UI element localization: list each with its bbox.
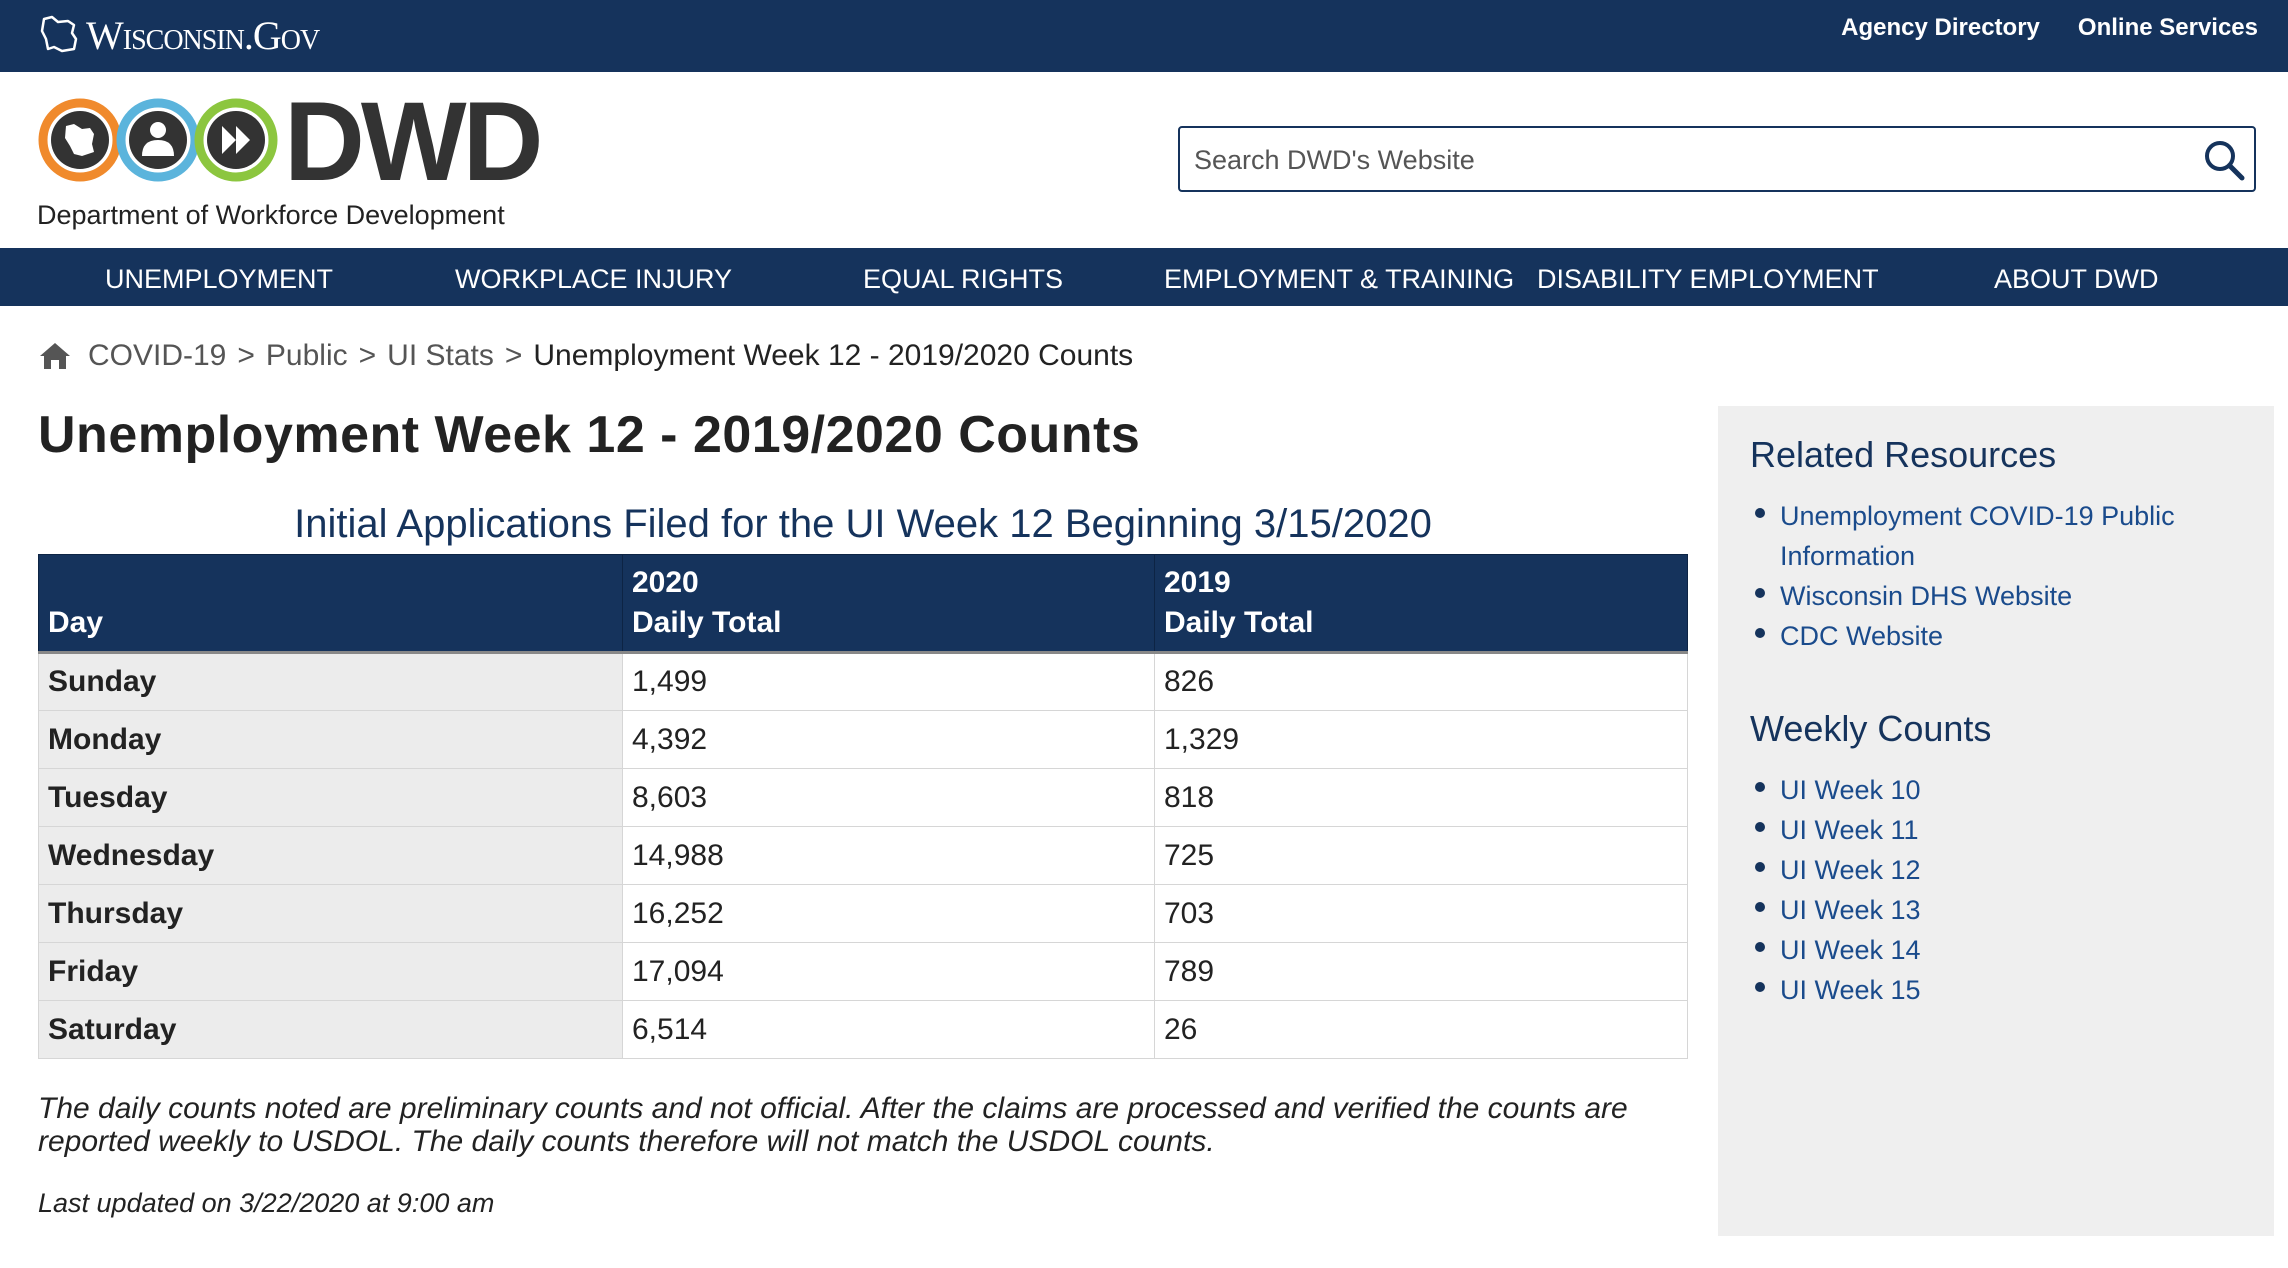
nav-equal-rights[interactable]: EQUAL RIGHTS — [863, 248, 1063, 306]
breadcrumb-separator: > — [504, 339, 523, 372]
breadcrumb: COVID-19 > Public > UI Stats > Unemploym… — [38, 336, 1133, 376]
day-cell: Monday — [38, 710, 623, 769]
header-day: Day — [38, 554, 623, 654]
breadcrumb-ui-stats[interactable]: UI Stats — [387, 339, 494, 373]
online-services-link[interactable]: Online Services — [2078, 14, 2258, 42]
total-2020-cell: 14,988 — [622, 826, 1155, 885]
header: DWD Department of Workforce Development — [0, 72, 2288, 248]
total-2020-cell: 4,392 — [622, 710, 1155, 769]
related-resources-list: Unemployment COVID-19 Public Information… — [1750, 496, 2250, 656]
wisconsin-dhs-link[interactable]: Wisconsin DHS Website — [1780, 581, 2072, 611]
search-input[interactable] — [1192, 136, 2176, 184]
ui-week-12-link[interactable]: UI Week 12 — [1780, 855, 1921, 885]
list-item: Unemployment COVID-19 Public Information — [1750, 496, 2250, 576]
list-item: UI Week 14 — [1750, 930, 2250, 970]
dwd-logo-circles — [38, 98, 278, 182]
breadcrumb-separator: > — [358, 339, 377, 372]
ui-week-11-link[interactable]: UI Week 11 — [1780, 815, 1919, 845]
ui-week-15-link[interactable]: UI Week 15 — [1780, 975, 1921, 1005]
day-cell: Tuesday — [38, 768, 623, 827]
search-icon[interactable] — [2202, 138, 2246, 182]
nav-about-dwd[interactable]: ABOUT DWD — [1994, 248, 2159, 306]
header-line2: Daily Total — [1164, 606, 1314, 639]
list-item: UI Week 15 — [1750, 970, 2250, 1010]
ui-week-13-link[interactable]: UI Week 13 — [1780, 895, 1921, 925]
weekly-counts-heading: Weekly Counts — [1750, 708, 1992, 749]
ui-week-14-link[interactable]: UI Week 14 — [1780, 935, 1921, 965]
dwd-logo[interactable]: DWD — [38, 86, 558, 200]
agency-directory-link[interactable]: Agency Directory — [1841, 14, 2040, 42]
list-item: UI Week 11 — [1750, 810, 2250, 850]
table-row: Friday 17,094 789 — [38, 942, 1688, 1001]
table-header-row: Day 2020 Daily Total 2019 Daily Total — [38, 554, 1688, 654]
day-cell: Saturday — [38, 1000, 623, 1059]
disclaimer-note: The daily counts noted are preliminary c… — [38, 1092, 1628, 1158]
list-item: UI Week 12 — [1750, 850, 2250, 890]
breadcrumb-covid19[interactable]: COVID-19 — [88, 339, 226, 373]
sidebar: Related Resources Unemployment COVID-19 … — [1718, 406, 2274, 1236]
day-cell: Friday — [38, 942, 623, 1001]
dwd-logo-text: DWD — [284, 79, 543, 204]
total-2020-cell: 17,094 — [622, 942, 1155, 1001]
breadcrumb-public[interactable]: Public — [266, 339, 348, 373]
day-cell: Wednesday — [38, 826, 623, 885]
nav-employment-training[interactable]: EMPLOYMENT & TRAINING — [1164, 248, 1514, 306]
site-name: Wisconsin.Gov — [86, 12, 320, 58]
weekly-counts-list: UI Week 10 UI Week 11 UI Week 12 UI Week… — [1750, 770, 2250, 1010]
day-cell: Thursday — [38, 884, 623, 943]
list-item: Wisconsin DHS Website — [1750, 576, 2250, 616]
total-2019-cell: 725 — [1154, 826, 1688, 885]
header-line1: 2019 — [1164, 566, 1231, 599]
total-2020-cell: 8,603 — [622, 768, 1155, 827]
total-2019-cell: 26 — [1154, 1000, 1688, 1059]
header-2020: 2020 Daily Total — [622, 554, 1155, 654]
table-row: Wednesday 14,988 725 — [38, 826, 1688, 885]
home-icon[interactable] — [38, 341, 72, 371]
page-title: Unemployment Week 12 - 2019/2020 Counts — [38, 406, 1141, 464]
nav-disability-employment[interactable]: DISABILITY EMPLOYMENT — [1537, 248, 1879, 306]
total-2020-cell: 6,514 — [622, 1000, 1155, 1059]
header-2019: 2019 Daily Total — [1154, 554, 1688, 654]
breadcrumb-separator: > — [237, 339, 255, 372]
list-item: UI Week 10 — [1750, 770, 2250, 810]
top-links: Agency Directory Online Services — [1841, 14, 2258, 42]
table-row: Tuesday 8,603 818 — [38, 768, 1688, 827]
search-box — [1178, 126, 2256, 192]
covid19-public-info-link[interactable]: Unemployment COVID-19 Public Information — [1780, 501, 2175, 571]
ui-week-10-link[interactable]: UI Week 10 — [1780, 775, 1921, 805]
table-row: Sunday 1,499 826 — [38, 652, 1688, 711]
header-line2: Day — [48, 606, 104, 639]
table-row: Monday 4,392 1,329 — [38, 710, 1688, 769]
cdc-website-link[interactable]: CDC Website — [1780, 621, 1943, 651]
total-2019-cell: 818 — [1154, 768, 1688, 827]
related-resources-heading: Related Resources — [1750, 434, 2057, 475]
wisconsin-gov-logo[interactable]: Wisconsin.Gov — [38, 10, 320, 60]
table-row: Thursday 16,252 703 — [38, 884, 1688, 943]
header-line1: 2020 — [632, 566, 699, 599]
list-item: CDC Website — [1750, 616, 2250, 656]
breadcrumb-current: Unemployment Week 12 - 2019/2020 Counts — [533, 339, 1134, 372]
total-2019-cell: 826 — [1154, 652, 1688, 711]
total-2020-cell: 16,252 — [622, 884, 1155, 943]
total-2020-cell: 1,499 — [622, 652, 1155, 711]
header-line2: Daily Total — [632, 606, 782, 639]
department-name: Department of Workforce Development — [37, 200, 505, 230]
top-bar: Wisconsin.Gov Agency Directory Online Se… — [0, 0, 2288, 72]
last-updated: Last updated on 3/22/2020 at 9:00 am — [38, 1188, 495, 1218]
table-caption: Initial Applications Filed for the UI We… — [294, 502, 1432, 546]
wisconsin-state-icon — [40, 15, 78, 53]
total-2019-cell: 789 — [1154, 942, 1688, 1001]
main-nav: UNEMPLOYMENT WORKPLACE INJURY EQUAL RIGH… — [0, 248, 2288, 306]
total-2019-cell: 703 — [1154, 884, 1688, 943]
nav-unemployment[interactable]: UNEMPLOYMENT — [105, 248, 333, 306]
total-2019-cell: 1,329 — [1154, 710, 1688, 769]
table-row: Saturday 6,514 26 — [38, 1000, 1688, 1059]
day-cell: Sunday — [38, 652, 623, 711]
counts-table: Day 2020 Daily Total 2019 Daily Total Su… — [38, 554, 1688, 1059]
nav-workplace-injury[interactable]: WORKPLACE INJURY — [455, 248, 732, 306]
list-item: UI Week 13 — [1750, 890, 2250, 930]
